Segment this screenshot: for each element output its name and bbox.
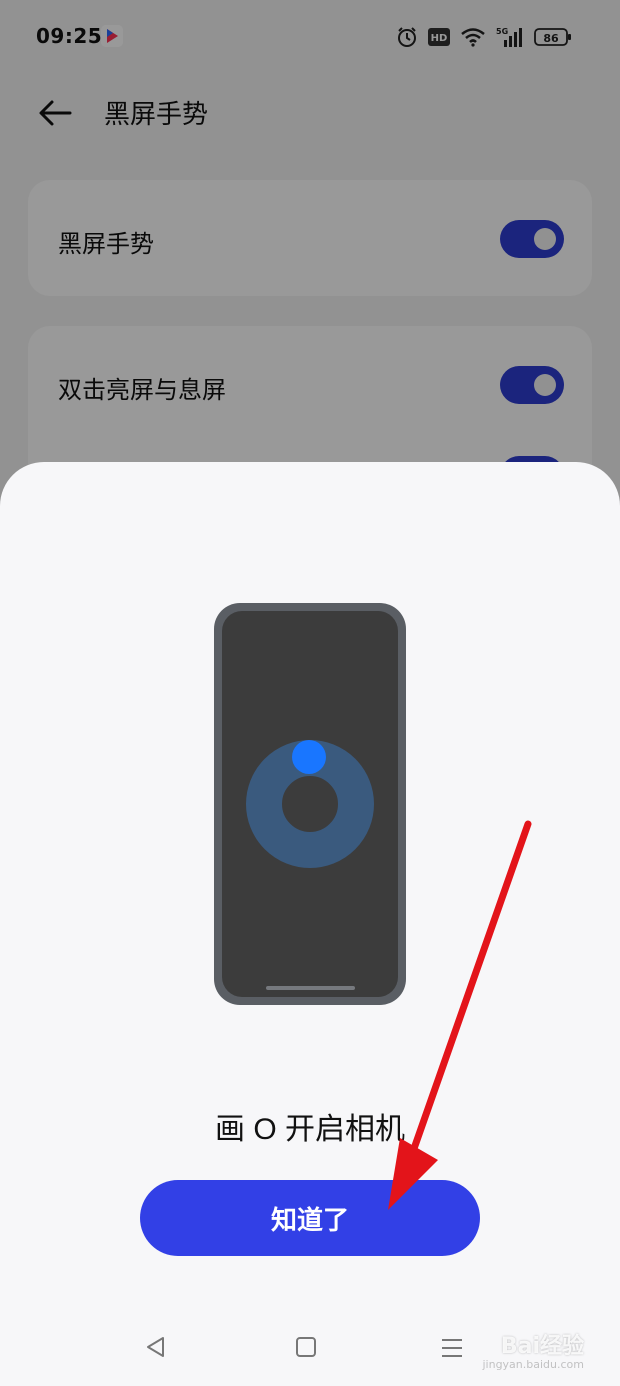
gesture-dot: [292, 740, 326, 774]
watermark-url: jingyan.baidu.com: [482, 1358, 584, 1371]
nav-home-icon[interactable]: [294, 1335, 318, 1363]
system-navigation-bar: Bai经验 jingyan.baidu.com: [0, 1316, 620, 1376]
watermark-logo: Bai经验: [500, 1334, 584, 1359]
nav-back-icon[interactable]: [143, 1334, 169, 1364]
nav-recents-icon[interactable]: [440, 1336, 464, 1364]
gesture-caption: 画 O 开启相机: [214, 1113, 405, 1146]
got-it-button[interactable]: 知道了: [140, 1180, 480, 1256]
phone-home-indicator: [266, 986, 355, 990]
